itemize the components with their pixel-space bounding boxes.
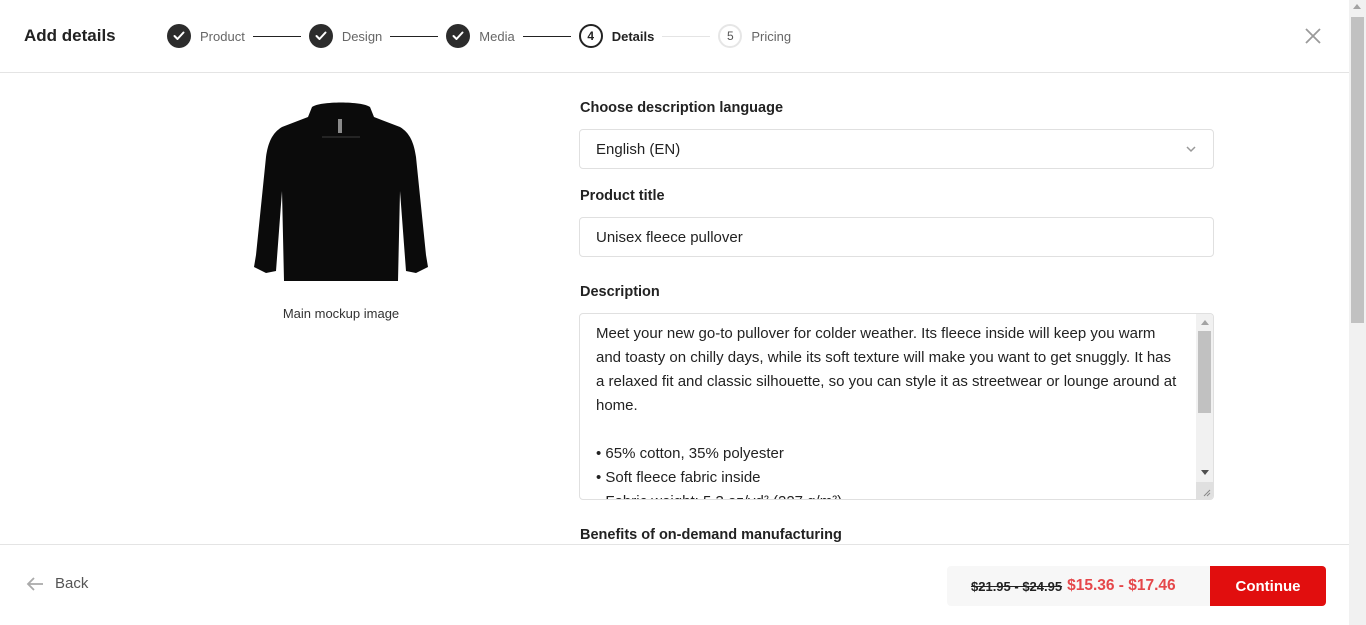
scroll-up-arrow-icon[interactable] [1353, 4, 1361, 9]
step-label: Product [200, 28, 245, 44]
page-scrollbar[interactable] [1349, 0, 1366, 625]
progress-stepper: Product Design Media 4 Details 5 Pricing [167, 24, 791, 48]
benefits-label: Benefits of on-demand manufacturing [580, 527, 842, 543]
step-media[interactable]: Media [446, 24, 515, 48]
step-connector [252, 35, 301, 37]
check-icon [446, 24, 471, 48]
product-title-input[interactable]: Unisex fleece pullover [579, 217, 1214, 257]
chevron-down-icon [1186, 146, 1196, 153]
back-button[interactable]: Back [26, 575, 88, 592]
step-number: 4 [578, 24, 603, 48]
step-connector [390, 35, 439, 37]
textarea-scrollbar[interactable] [1196, 314, 1213, 499]
step-details: 4 Details [578, 24, 655, 48]
resize-handle-icon[interactable] [1196, 482, 1213, 499]
product-title-label: Product title [580, 188, 665, 204]
scrollbar-thumb[interactable] [1198, 331, 1211, 413]
close-icon [1305, 28, 1321, 44]
original-price: $21.95 - $24.95 [971, 578, 1063, 594]
step-connector [662, 35, 711, 37]
description-bullet: • 65% cotton, 35% polyester [596, 445, 784, 462]
language-label: Choose description language [580, 100, 784, 116]
check-icon [167, 24, 191, 48]
close-button[interactable] [1302, 25, 1324, 47]
back-label: Back [55, 575, 89, 592]
description-paragraph: Meet your new go-to pullover for colder … [596, 325, 1181, 414]
step-label: Pricing [751, 28, 792, 44]
page-title: Add details [24, 26, 116, 45]
step-product[interactable]: Product [167, 24, 245, 48]
header: Add details Product Design Media 4 Detai… [0, 0, 1349, 73]
check-icon [308, 24, 333, 48]
main-mockup-image[interactable] [250, 95, 432, 285]
price-summary: $21.95 - $24.95 $15.36 - $17.46 [947, 566, 1211, 606]
description-bullet: • Soft fleece fabric inside [596, 469, 761, 486]
pullover-image [254, 102, 428, 281]
step-number: 5 [718, 24, 743, 48]
language-select[interactable]: English (EN) [579, 129, 1214, 169]
discounted-price: $15.36 - $17.46 [1067, 577, 1176, 594]
scrollbar-thumb[interactable] [1351, 17, 1364, 323]
language-value: English (EN) [596, 140, 681, 158]
description-bullet: • Fabric weight: 5.3 oz/yd² (227 g/m²) [596, 490, 1183, 499]
step-pricing: 5 Pricing [718, 24, 791, 48]
scroll-down-arrow-icon[interactable] [1201, 470, 1209, 475]
step-label: Details [611, 28, 655, 44]
arrow-left-icon [26, 576, 43, 591]
product-title-value: Unisex fleece pullover [596, 228, 743, 246]
step-label: Design [341, 28, 383, 44]
footer: Back $21.95 - $24.95 $15.36 - $17.46 Con… [0, 544, 1349, 625]
step-label: Media [479, 28, 515, 44]
continue-button[interactable]: Continue [1210, 566, 1326, 606]
description-label: Description [580, 284, 660, 300]
mockup-caption: Main mockup image [282, 306, 400, 321]
description-textarea[interactable]: Meet your new go-to pullover for colder … [579, 313, 1214, 500]
scroll-up-arrow-icon[interactable] [1201, 320, 1209, 325]
step-connector [522, 35, 571, 37]
add-details-page: Add details Product Design Media 4 Detai… [0, 0, 1366, 625]
step-design[interactable]: Design [308, 24, 383, 48]
